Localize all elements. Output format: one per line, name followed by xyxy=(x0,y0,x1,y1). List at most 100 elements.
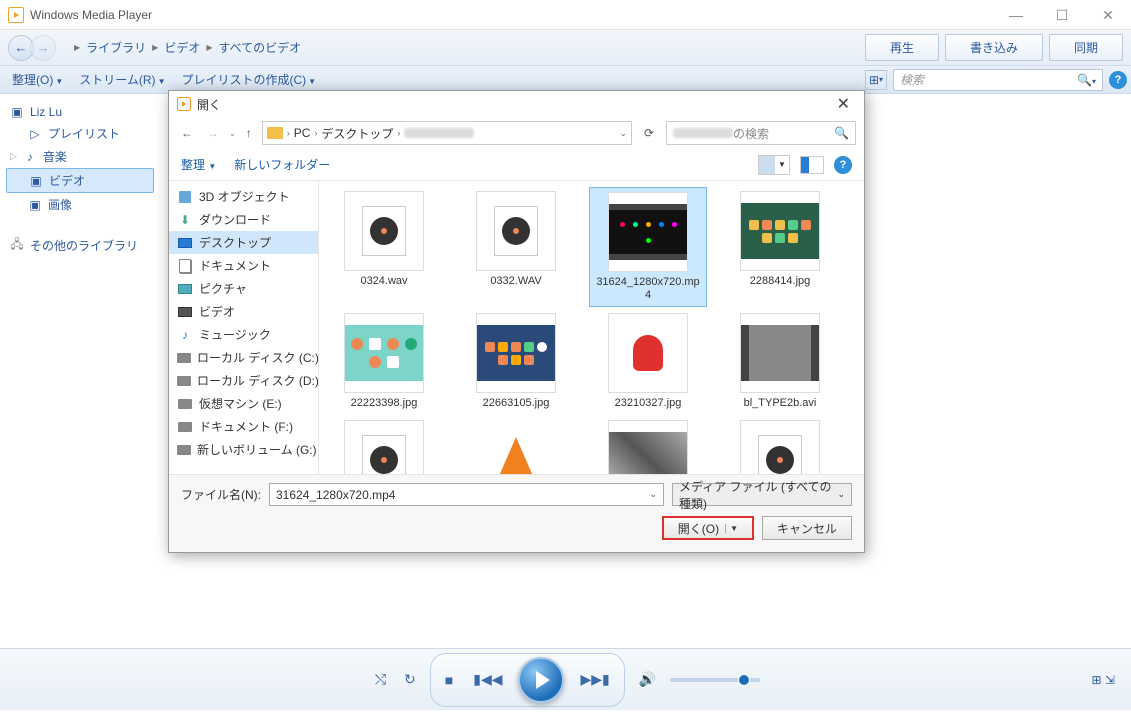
file-open-dialog: 開く ✕ ← → ⌄ ↑ › PC › デスクトップ › ⌄ ⟳ の検索 🔍 整… xyxy=(168,90,865,553)
playlist-icon: ▷ xyxy=(28,127,42,141)
repeat-button[interactable]: ↻ xyxy=(400,667,420,692)
dialog-nav: ← → ⌄ ↑ › PC › デスクトップ › ⌄ ⟳ の検索 🔍 xyxy=(169,117,864,149)
now-playing-button[interactable]: ⊞ ⇲ xyxy=(1092,673,1115,687)
search-redacted xyxy=(673,128,733,138)
tree-3d[interactable]: 3D オブジェクト xyxy=(169,185,318,208)
sidebar-video[interactable]: ▣ビデオ xyxy=(6,168,154,193)
dlg-path[interactable]: › PC › デスクトップ › ⌄ xyxy=(262,121,632,145)
tab-sync[interactable]: 同期 xyxy=(1049,34,1123,61)
crumb-allvideo[interactable]: すべてのビデオ xyxy=(219,39,302,56)
search-input[interactable]: 検索 🔍▾ xyxy=(893,69,1103,91)
tab-play[interactable]: 再生 xyxy=(865,34,939,61)
prev-button[interactable]: ▮◀◀ xyxy=(469,667,506,692)
dialog-bottom: ファイル名(N): 31624_1280x720.mp4⌄ メディア ファイル … xyxy=(169,474,864,552)
tree-desktop[interactable]: デスクトップ xyxy=(169,231,318,254)
close-button[interactable]: ✕ xyxy=(1085,0,1131,30)
tree-videos[interactable]: ビデオ xyxy=(169,300,318,323)
play-button[interactable] xyxy=(518,657,564,703)
tb-stream[interactable]: ストリーム(R)▼ xyxy=(71,69,173,90)
search-icon: 🔍 xyxy=(834,126,849,140)
sidebar-music[interactable]: ▷♪音楽 xyxy=(6,145,154,168)
folder-tree: 3D オブジェクト ⬇ダウンロード デスクトップ ドキュメント ピクチャ ビデオ… xyxy=(169,181,319,474)
sidebar-other[interactable]: 🖧その他のライブラリ xyxy=(6,232,154,259)
dlg-back-button[interactable]: ← xyxy=(177,124,197,142)
crumb-video[interactable]: ビデオ xyxy=(164,39,200,56)
tb-organize[interactable]: 整理(O)▼ xyxy=(4,69,71,90)
tree-pictures[interactable]: ピクチャ xyxy=(169,277,318,300)
tree-disk-d[interactable]: ローカル ディスク (D:) xyxy=(169,369,318,392)
view-options-icon[interactable]: ⊞▾ xyxy=(865,70,887,90)
file-22223398jpg[interactable]: 22223398.jpg xyxy=(325,309,443,414)
cancel-button[interactable]: キャンセル xyxy=(762,516,852,540)
tree-disk-c[interactable]: ローカル ディスク (C:) xyxy=(169,346,318,369)
file-0324wav[interactable]: 0324.wav xyxy=(325,187,443,307)
tree-music[interactable]: ♪ミュージック xyxy=(169,323,318,346)
app-title: Windows Media Player xyxy=(30,8,152,22)
dlg-help-icon[interactable]: ? xyxy=(834,156,852,174)
next-button[interactable]: ▶▶▮ xyxy=(576,667,613,692)
file-0332wav[interactable]: 0332.WAV xyxy=(457,187,575,307)
file-31624mp4[interactable]: 31624_1280x720.mp4 xyxy=(589,187,707,307)
help-icon[interactable]: ? xyxy=(1109,71,1127,89)
crumb-library[interactable]: ライブラリ xyxy=(86,39,146,56)
file-list: 0324.wav 0332.WAV 31624_1280x720.mp4 228… xyxy=(319,181,864,474)
dlg-newfolder[interactable]: 新しいフォルダー xyxy=(234,156,330,173)
search-icon: 🔍▾ xyxy=(1077,73,1096,87)
file-22663105jpg[interactable]: 22663105.jpg xyxy=(457,309,575,414)
file-partial4[interactable] xyxy=(721,416,839,474)
filetype-filter[interactable]: メディア ファイル (すべての種類)⌄ xyxy=(672,483,852,506)
network-icon: 🖧 xyxy=(10,235,24,256)
path-redacted xyxy=(404,128,474,138)
video-icon: ▣ xyxy=(29,174,43,188)
tb-create[interactable]: プレイリストの作成(C)▼ xyxy=(173,69,324,90)
dlg-search-input[interactable]: の検索 🔍 xyxy=(666,121,856,145)
tree-disk-f[interactable]: ドキュメント (F:) xyxy=(169,415,318,438)
image-icon: ▣ xyxy=(28,198,42,212)
search-placeholder: 検索 xyxy=(900,71,924,88)
tree-disk-g[interactable]: 新しいボリューム (G:) xyxy=(169,438,318,461)
minimize-button[interactable]: ― xyxy=(993,0,1039,30)
folder-icon xyxy=(267,127,283,139)
open-button[interactable]: 開く(O)▼ xyxy=(662,516,754,540)
file-partial2[interactable] xyxy=(457,416,575,474)
path-pc[interactable]: PC xyxy=(294,126,311,140)
path-desktop[interactable]: デスクトップ xyxy=(321,125,393,142)
tab-burn[interactable]: 書き込み xyxy=(945,34,1043,61)
volume-thumb[interactable] xyxy=(738,674,750,686)
sidebar: ▣Liz Lu ▷プレイリスト ▷♪音楽 ▣ビデオ ▣画像 🖧その他のライブラリ xyxy=(0,94,160,648)
dlg-up-button[interactable]: ↑ xyxy=(242,124,256,142)
sidebar-user[interactable]: ▣Liz Lu xyxy=(6,102,154,122)
breadcrumb[interactable]: ▶ ライブラリ ▶ ビデオ ▶ すべてのビデオ xyxy=(74,39,301,56)
titlebar: Windows Media Player ― ☐ ✕ xyxy=(0,0,1131,30)
file-partial1[interactable] xyxy=(325,416,443,474)
sidebar-playlist[interactable]: ▷プレイリスト xyxy=(6,122,154,145)
volume-button[interactable]: 🔊 xyxy=(635,667,660,692)
wmp-icon xyxy=(177,97,191,111)
tree-downloads[interactable]: ⬇ダウンロード xyxy=(169,208,318,231)
dialog-title: 開く xyxy=(197,96,221,113)
forward-button[interactable]: → xyxy=(30,35,56,61)
user-icon: ▣ xyxy=(10,105,24,119)
sidebar-image[interactable]: ▣画像 xyxy=(6,193,154,216)
dialog-close-button[interactable]: ✕ xyxy=(831,94,856,114)
filename-input[interactable]: 31624_1280x720.mp4⌄ xyxy=(269,483,664,506)
file-partial3[interactable] xyxy=(589,416,707,474)
volume-slider[interactable] xyxy=(670,678,760,682)
tree-documents[interactable]: ドキュメント xyxy=(169,254,318,277)
dlg-organize[interactable]: 整理 ▼ xyxy=(181,156,216,173)
navbar: ← → ▶ ライブラリ ▶ ビデオ ▶ すべてのビデオ 再生 書き込み 同期 xyxy=(0,30,1131,66)
dlg-forward-button[interactable]: → xyxy=(203,124,223,142)
file-2288414jpg[interactable]: 2288414.jpg xyxy=(721,187,839,307)
tree-disk-e[interactable]: 仮想マシン (E:) xyxy=(169,392,318,415)
shuffle-button[interactable]: ⤭ xyxy=(371,667,390,692)
view-mode-button[interactable]: ▼ xyxy=(758,155,790,175)
music-icon: ♪ xyxy=(23,150,37,164)
file-bltype2bavi[interactable]: bl_TYPE2b.avi xyxy=(721,309,839,414)
maximize-button[interactable]: ☐ xyxy=(1039,0,1085,30)
file-23210327jpg[interactable]: 23210327.jpg xyxy=(589,309,707,414)
dialog-titlebar: 開く ✕ xyxy=(169,91,864,117)
refresh-button[interactable]: ⟳ xyxy=(638,124,660,142)
filename-label: ファイル名(N): xyxy=(181,486,261,503)
pane-button[interactable] xyxy=(800,156,824,174)
stop-button[interactable]: ■ xyxy=(441,668,457,692)
